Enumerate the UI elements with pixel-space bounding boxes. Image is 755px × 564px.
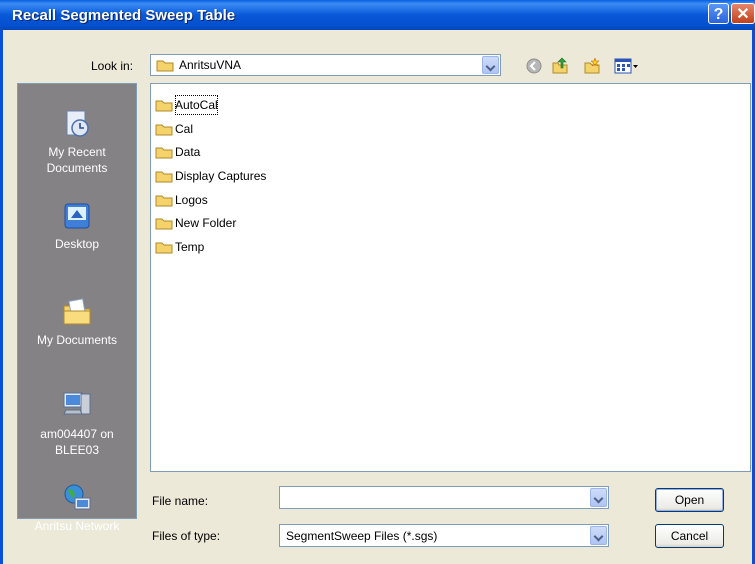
file-name: New Folder (175, 216, 237, 230)
file-type-select[interactable]: SegmentSweep Files (*.sgs) (279, 524, 609, 547)
look-in-dropdown[interactable]: AnritsuVNA (150, 54, 501, 76)
close-button[interactable]: ✕ (731, 3, 755, 24)
chevron-down-icon[interactable] (482, 56, 499, 74)
folder-icon (155, 124, 173, 136)
folder-icon (155, 171, 173, 183)
folder-icon (156, 60, 174, 72)
place-label: am004407 on BLEE03 (40, 427, 114, 457)
place-desktop[interactable]: Desktop (18, 200, 136, 252)
new-folder-icon[interactable] (583, 57, 601, 75)
file-type-value: SegmentSweep Files (*.sgs) (286, 529, 438, 543)
desktop-icon (64, 203, 90, 229)
place-label: My Recent Documents (46, 145, 108, 175)
place-anritsu-network[interactable]: Anritsu Network (18, 482, 136, 534)
chevron-down-icon[interactable] (590, 526, 607, 545)
file-name: Cal (175, 122, 194, 136)
open-button[interactable]: Open (655, 488, 724, 512)
file-name: AutoCal (175, 95, 218, 115)
file-name-input[interactable] (279, 486, 609, 509)
look-in-value: AnritsuVNA (179, 58, 242, 72)
place-label: Desktop (54, 237, 100, 251)
view-menu-icon[interactable] (614, 57, 640, 75)
file-list[interactable]: AutoCal Cal Data Display Captures Logos … (150, 83, 751, 472)
place-label: My Documents (36, 333, 118, 347)
help-button[interactable]: ? (708, 3, 729, 24)
chevron-down-icon[interactable] (590, 488, 607, 507)
file-name: Temp (175, 240, 205, 254)
open-button-label: Open (674, 493, 705, 507)
place-network-computer[interactable]: am004407 on BLEE03 (18, 388, 136, 458)
my-documents-icon (63, 298, 91, 325)
file-name: Display Captures (175, 169, 267, 183)
folder-icon (155, 100, 173, 112)
network-globe-icon (64, 484, 91, 510)
file-type-label: Files of type: (152, 529, 221, 543)
up-folder-icon[interactable] (551, 56, 569, 74)
window-title: Recall Segmented Sweep Table (12, 7, 236, 24)
file-name: Logos (175, 193, 208, 207)
place-my-recent-documents[interactable]: My Recent Documents (18, 108, 136, 176)
window-frame-left (0, 30, 3, 564)
cancel-button[interactable]: Cancel (655, 524, 724, 548)
folder-icon (155, 218, 173, 230)
cancel-button-label: Cancel (670, 529, 709, 543)
folder-icon (155, 195, 173, 207)
back-icon[interactable] (525, 57, 543, 75)
look-in-label: Look in: (91, 59, 134, 73)
places-bar: My Recent Documents Desktop My Documents… (17, 83, 137, 533)
title-bar[interactable]: Recall Segmented Sweep Table ? ✕ (0, 0, 755, 30)
file-name-label: File name: (152, 494, 209, 508)
place-label: Anritsu Network (34, 519, 120, 533)
place-my-documents[interactable]: My Documents (18, 296, 136, 348)
recent-documents-icon (66, 110, 89, 137)
file-name: Data (175, 145, 201, 159)
folder-icon (155, 242, 173, 254)
folder-icon (155, 147, 173, 159)
network-computer-icon (63, 392, 91, 415)
